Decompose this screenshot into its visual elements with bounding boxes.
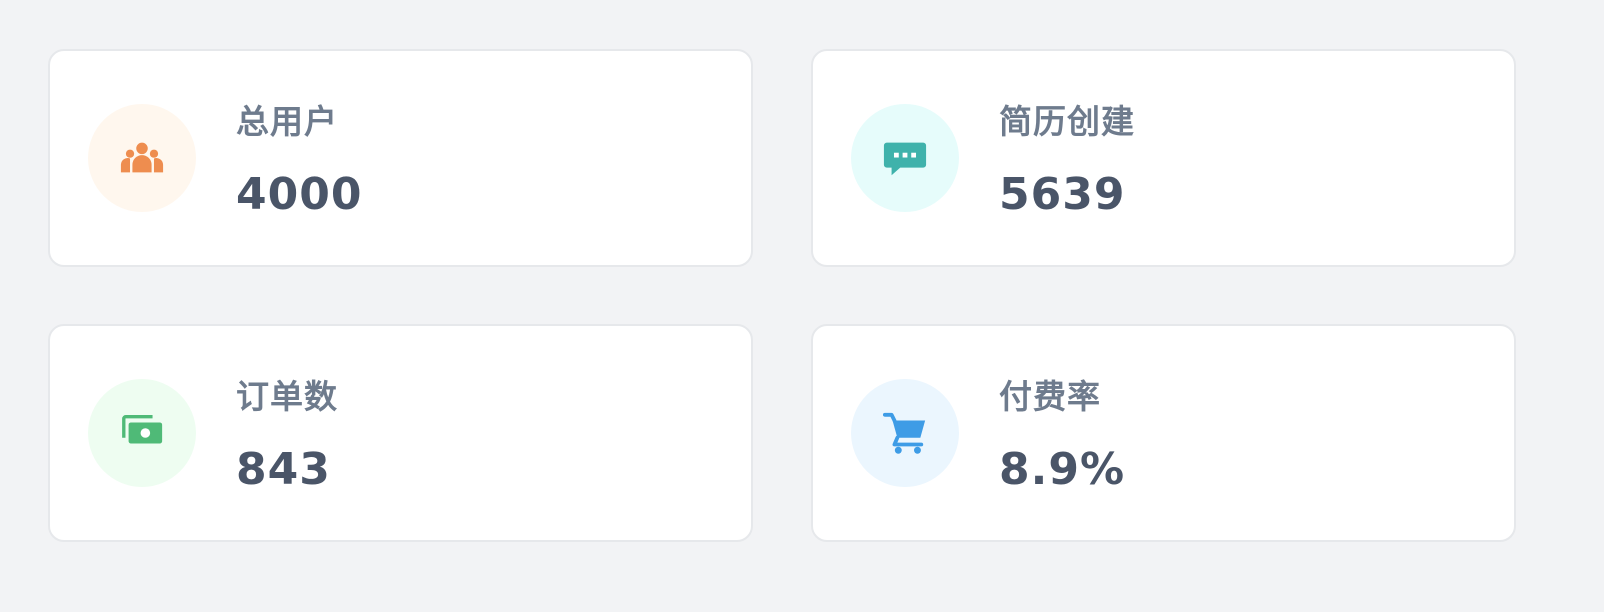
stat-value: 8.9% [999, 444, 1126, 495]
stat-label: 简历创建 [999, 102, 1135, 141]
stat-icon-wrap [88, 379, 196, 487]
users-icon [119, 135, 165, 181]
stat-card-paid-rate: 付费率 8.9% [811, 324, 1516, 542]
stats-grid: 总用户 4000 简历创建 5639 订单数 843 付费率 8.9% [48, 49, 1551, 542]
stat-label: 总用户 [236, 102, 338, 141]
stat-card-total-users: 总用户 4000 [48, 49, 753, 267]
stat-icon-wrap [88, 104, 196, 212]
money-icon [119, 410, 165, 456]
stat-icon-wrap [851, 104, 959, 212]
stat-icon-wrap [851, 379, 959, 487]
chat-bubble-icon [882, 135, 928, 181]
shopping-cart-icon [882, 410, 928, 456]
stat-value: 843 [236, 444, 331, 495]
stat-label: 订单数 [236, 377, 338, 416]
stat-value: 4000 [236, 169, 363, 220]
stat-value: 5639 [999, 169, 1126, 220]
stat-card-order-count: 订单数 843 [48, 324, 753, 542]
stat-card-resumes-created: 简历创建 5639 [811, 49, 1516, 267]
stat-label: 付费率 [999, 377, 1101, 416]
